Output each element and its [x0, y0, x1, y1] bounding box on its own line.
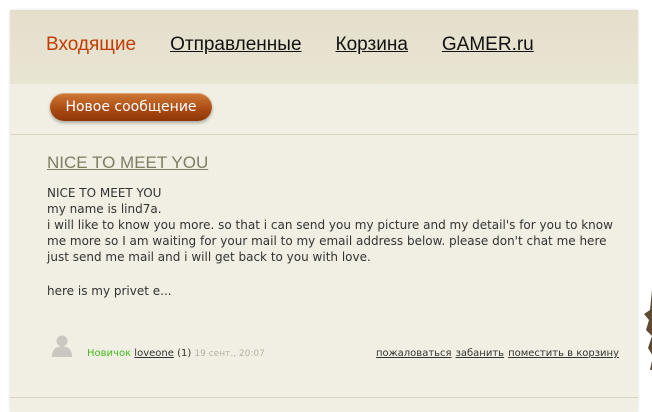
message-author: Новичок loveone (1) 19 сент., 20:07: [87, 348, 265, 359]
new-message-button[interactable]: Новое сообщение: [50, 93, 212, 121]
message-date: 19 сент., 20:07: [194, 349, 265, 359]
tab-sent[interactable]: Отправленные: [170, 34, 301, 56]
author-message-count: (1): [177, 348, 192, 359]
author-username[interactable]: loveone: [134, 348, 174, 359]
decorative-ornament-icon: [644, 290, 652, 370]
message-actions: пожаловаться забанить поместить в корзину: [376, 348, 619, 359]
header-divider: [10, 134, 638, 135]
message-line: NICE TO MEET YOU: [47, 186, 162, 200]
mailbox-tabs: Входящие Отправленные Корзина GAMER.ru: [46, 34, 568, 56]
user-rank: Новичок: [87, 348, 132, 359]
message-preview: here is my privet e...: [47, 284, 172, 298]
message-body: NICE TO MEET YOU my name is lind7a. i wi…: [47, 185, 617, 299]
move-to-trash-link[interactable]: поместить в корзину: [508, 348, 619, 359]
message-line: i will like to know you more. so that i …: [47, 218, 613, 264]
tab-trash[interactable]: Корзина: [336, 34, 408, 56]
panel-header: Входящие Отправленные Корзина GAMER.ru: [10, 10, 638, 84]
messages-panel: Входящие Отправленные Корзина GAMER.ru Н…: [10, 10, 638, 412]
message-title[interactable]: NICE TO MEET YOU: [47, 153, 208, 173]
ban-link[interactable]: забанить: [456, 348, 505, 359]
avatar-icon: [52, 335, 72, 357]
footer-divider: [10, 397, 638, 398]
tab-gamer[interactable]: GAMER.ru: [442, 34, 534, 56]
message-line: my name is lind7a.: [47, 202, 162, 216]
report-link[interactable]: пожаловаться: [376, 348, 452, 359]
tab-inbox[interactable]: Входящие: [46, 34, 136, 56]
